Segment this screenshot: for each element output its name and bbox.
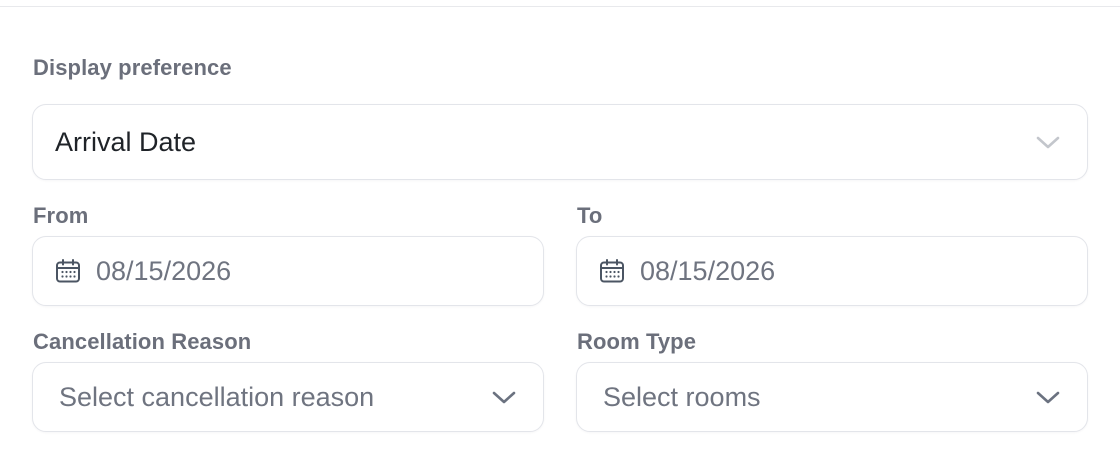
to-label: To [577,203,603,228]
from-date-field[interactable]: 08/15/2026 [32,236,544,306]
to-date-value: 08/15/2026 [640,255,776,286]
chevron-down-icon [492,391,516,404]
chevron-down-icon [1036,391,1060,404]
calendar-icon [600,259,624,283]
cancellation-reason-placeholder: Select cancellation reason [59,381,375,412]
cancellation-reason-select[interactable]: Select cancellation reason [32,362,544,432]
from-date-value: 08/15/2026 [96,255,232,286]
from-label: From [33,203,89,228]
room-type-label: Room Type [577,329,697,354]
display-preference-value: Arrival Date [55,126,197,157]
calendar-icon [56,259,80,283]
filter-panel: Display preference Arrival Date From 08/… [0,0,1120,460]
room-type-placeholder: Select rooms [603,381,761,412]
room-type-select[interactable]: Select rooms [576,362,1088,432]
top-divider [0,6,1120,7]
display-preference-select[interactable]: Arrival Date [32,104,1088,180]
to-date-field[interactable]: 08/15/2026 [576,236,1088,306]
display-preference-label: Display preference [33,55,232,80]
cancellation-reason-label: Cancellation Reason [33,329,252,354]
chevron-down-icon [1036,136,1060,149]
